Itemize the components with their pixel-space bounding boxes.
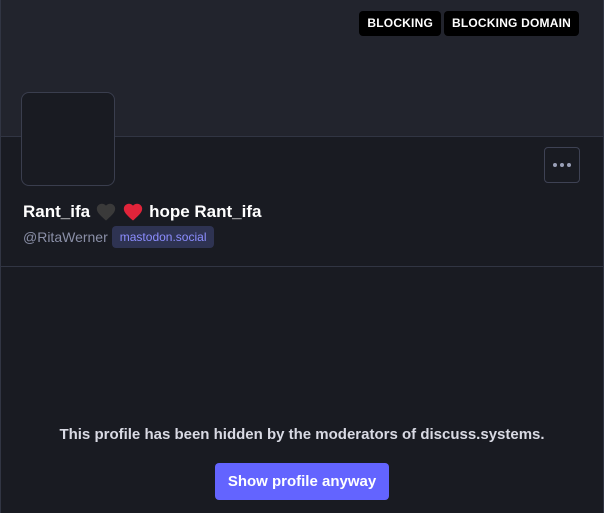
avatar: [21, 92, 115, 186]
account-profile: BLOCKING BLOCKING DOMAIN Rant_ifa hope R…: [0, 0, 604, 513]
display-name-text: Rant_ifa: [23, 202, 91, 221]
more-options-button[interactable]: [544, 147, 580, 183]
display-name: Rant_ifa hope Rant_ifa: [23, 201, 261, 223]
hidden-profile-message: This profile has been hidden by the mode…: [59, 426, 545, 443]
divider: [1, 266, 603, 267]
server-domain-tag: mastodon.social: [111, 226, 215, 248]
show-profile-anyway-button[interactable]: Show profile anyway: [215, 463, 389, 500]
display-name-suffix: hope Rant_ifa: [149, 202, 262, 221]
red-heart-icon: [123, 203, 143, 221]
blocking-badge: BLOCKING: [359, 11, 441, 36]
black-heart-icon: [96, 203, 116, 221]
relationship-badges: BLOCKING BLOCKING DOMAIN: [359, 11, 579, 36]
account-handle: @RitaWerner: [23, 229, 108, 245]
blocking-domain-badge: BLOCKING DOMAIN: [444, 11, 579, 36]
ellipsis-icon: [553, 163, 571, 167]
account-handle-row: @RitaWerner mastodon.social: [23, 226, 215, 248]
